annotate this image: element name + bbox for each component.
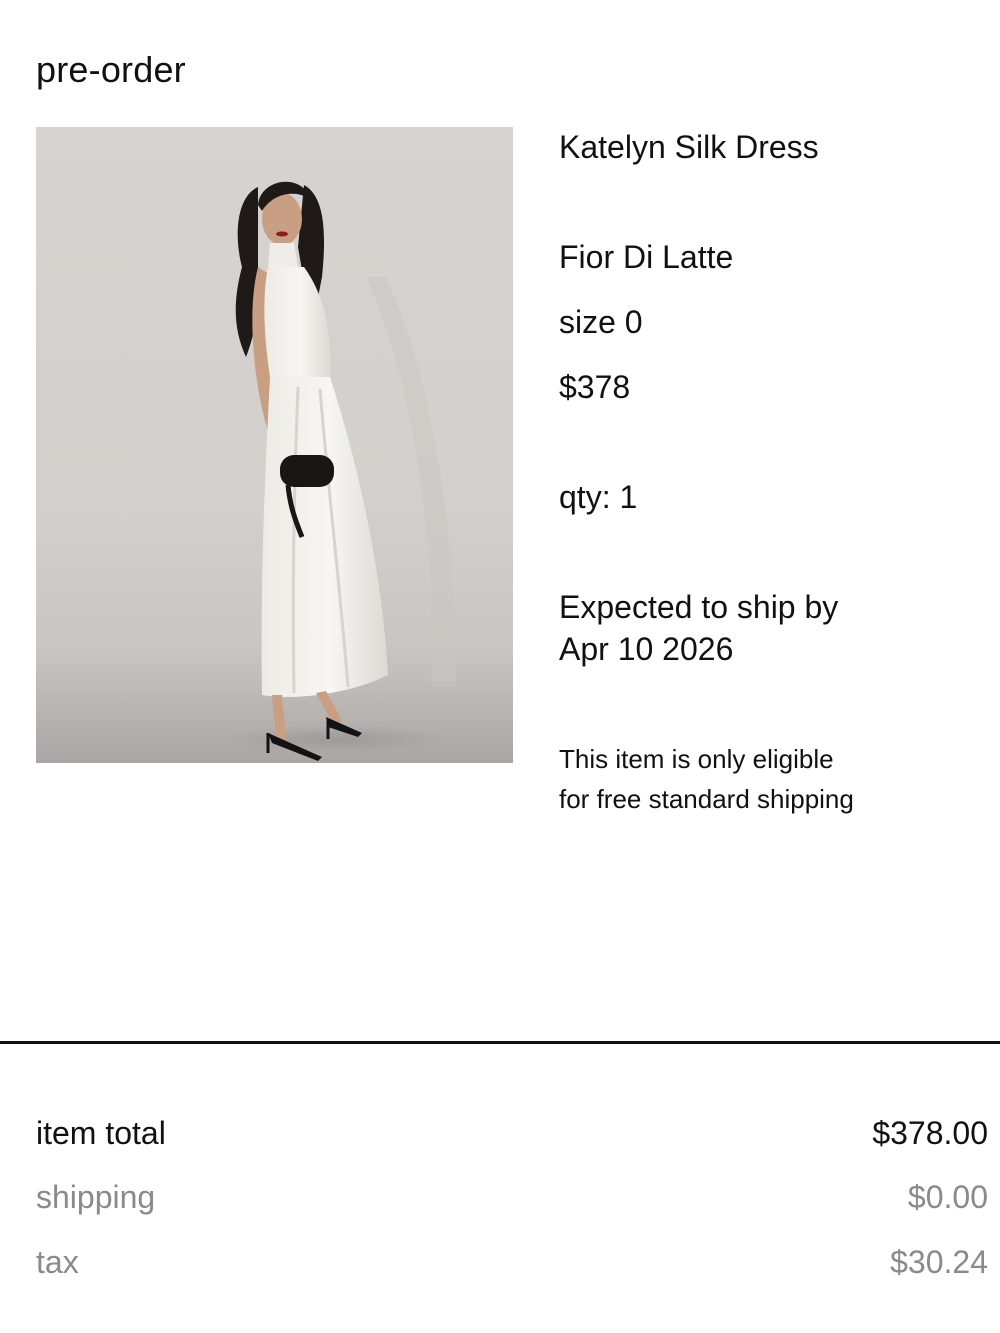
item-total-label: item total — [36, 1115, 166, 1151]
shipping-value: $0.00 — [907, 1179, 988, 1215]
shipping-eligibility-note-continued: for free standard shipping — [559, 784, 854, 814]
item-total-value: $378.00 — [872, 1115, 988, 1151]
shipping-label: shipping — [36, 1179, 156, 1215]
item-total-row: item total $378.00 — [36, 1111, 988, 1155]
product-name[interactable]: Katelyn Silk Dress — [559, 127, 819, 167]
ship-date-value: Apr 10 2026 — [559, 631, 734, 667]
section-title: pre-order — [36, 49, 186, 90]
tax-label: tax — [36, 1244, 79, 1280]
shipping-eligibility-note: This item is only eligible — [559, 744, 834, 774]
product-image[interactable] — [36, 127, 513, 763]
product-photo-illustration — [226, 181, 456, 761]
ship-date-label: Expected to ship by — [559, 589, 839, 625]
product-size: size 0 — [559, 304, 643, 340]
tax-value: $30.24 — [890, 1244, 988, 1280]
product-price: $378 — [559, 369, 631, 405]
tax-row: tax $30.24 — [36, 1240, 988, 1284]
shipping-row: shipping $0.00 — [36, 1175, 988, 1219]
summary-divider — [0, 1041, 1000, 1044]
product-quantity: qty: 1 — [559, 479, 638, 515]
product-color: Fior Di Latte — [559, 239, 734, 275]
